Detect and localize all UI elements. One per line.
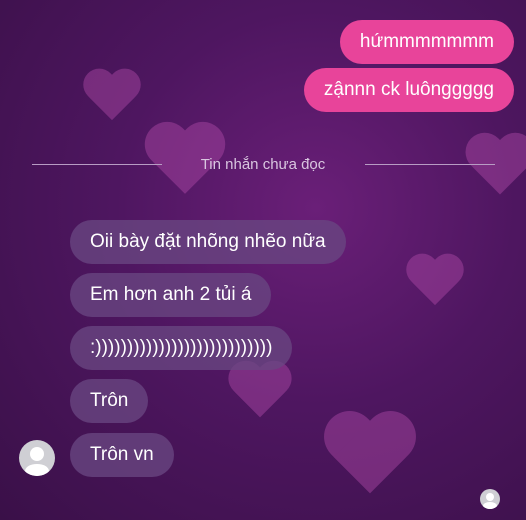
background-heart-decoration — [322, 413, 418, 503]
background-heart-decoration — [82, 70, 142, 126]
avatar-head-icon — [30, 447, 44, 461]
received-message-bubble[interactable]: Trôn vn — [70, 433, 174, 477]
background-heart-decoration — [405, 255, 465, 311]
avatar-body-icon — [483, 502, 497, 509]
received-message-bubble[interactable]: :)))))))))))))))))))))))))))) — [70, 326, 293, 370]
unread-messages-divider: Tin nhắn chưa đọc — [200, 156, 326, 173]
received-message-bubble[interactable]: Em hơn anh 2 tủi á — [70, 273, 272, 317]
background-heart-decoration — [227, 362, 293, 424]
divider-line-right — [365, 164, 495, 165]
sent-message-bubble[interactable]: zậnnn ck luônggggg — [303, 68, 514, 112]
avatar-body-icon — [25, 464, 49, 476]
sender-avatar[interactable] — [19, 440, 55, 476]
avatar-head-icon — [486, 493, 494, 501]
seen-receipt-avatar — [480, 489, 500, 509]
divider-line-left — [32, 164, 162, 165]
sent-message-bubble[interactable]: hứmmmmmmm — [339, 20, 514, 64]
received-message-bubble[interactable]: Trôn — [70, 379, 149, 423]
received-message-bubble[interactable]: Oii bày đặt nhõng nhẽo nữa — [70, 220, 346, 264]
background-heart-decoration — [464, 134, 526, 201]
